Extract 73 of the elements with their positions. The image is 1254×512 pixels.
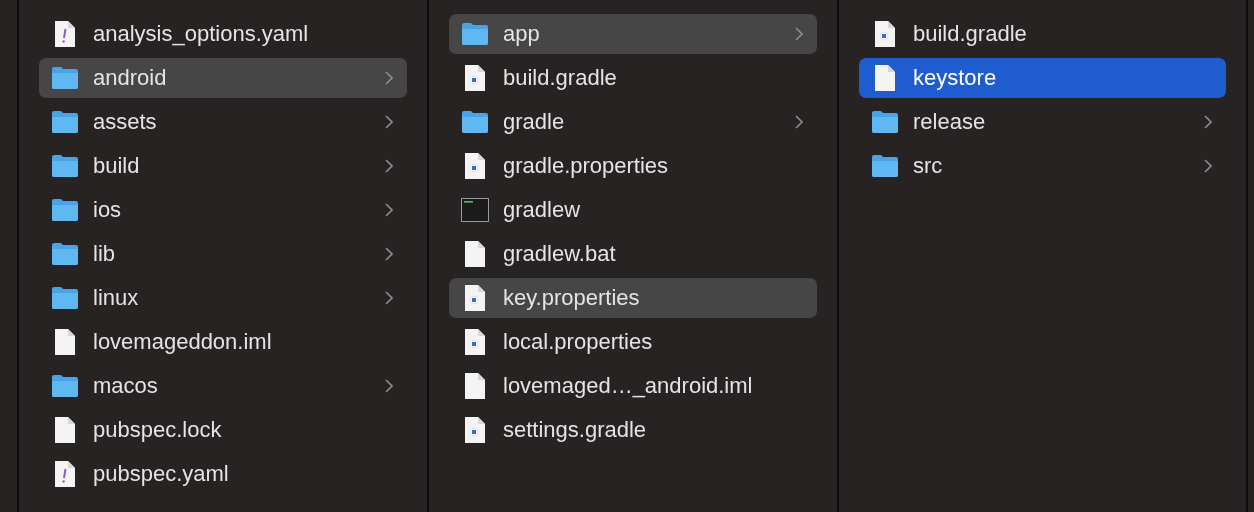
file-list-item[interactable]: build.gradle <box>449 58 817 98</box>
file-name: pubspec.lock <box>93 417 223 443</box>
chevron-right-icon <box>385 379 393 393</box>
chevron-right-icon <box>385 159 393 173</box>
file-list-item[interactable]: key.properties <box>449 278 817 318</box>
file-list-item[interactable]: app <box>449 14 817 54</box>
file-name: analysis_options.yaml <box>93 21 310 47</box>
folder-icon <box>51 374 79 398</box>
file-name: keystore <box>913 65 998 91</box>
chevron-right-icon <box>1204 115 1212 129</box>
file-list-item[interactable]: settings.gradle <box>449 410 817 450</box>
file-list-item[interactable]: android <box>39 58 407 98</box>
file-list-item[interactable]: gradle <box>449 102 817 142</box>
file-list-item[interactable]: linux <box>39 278 407 318</box>
chevron-right-icon <box>795 115 803 129</box>
file-name: build <box>93 153 141 179</box>
terminal-icon <box>461 198 489 222</box>
chevron-right-icon <box>385 247 393 261</box>
file-list-item[interactable]: build <box>39 146 407 186</box>
chevron-right-icon <box>385 71 393 85</box>
folder-icon <box>51 66 79 90</box>
folder-icon <box>461 22 489 46</box>
file-name: settings.gradle <box>503 417 648 443</box>
file-list-item[interactable]: release <box>859 102 1226 142</box>
file-name: src <box>913 153 944 179</box>
file-list-item[interactable]: lovemageddon.iml <box>39 322 407 362</box>
folder-icon <box>51 286 79 310</box>
file-name: gradlew <box>503 197 582 223</box>
file-list-item[interactable]: analysis_options.yaml <box>39 14 407 54</box>
file-list-item[interactable]: gradle.properties <box>449 146 817 186</box>
file-list-item[interactable]: src <box>859 146 1226 186</box>
folder-icon <box>51 110 79 134</box>
file-name: lovemageddon.iml <box>93 329 273 355</box>
file-name: gradlew.bat <box>503 241 617 267</box>
file-name: assets <box>93 109 158 135</box>
file-name: release <box>913 109 987 135</box>
chevron-right-icon <box>385 115 393 129</box>
file-name: lib <box>93 241 116 267</box>
file-name: pubspec.yaml <box>93 461 230 487</box>
file-name: gradle.properties <box>503 153 670 179</box>
file-list-item[interactable]: macos <box>39 366 407 406</box>
chevron-right-icon <box>795 27 803 41</box>
file-list-item[interactable]: keystore <box>859 58 1226 98</box>
file-list-item[interactable]: local.properties <box>449 322 817 362</box>
folder-icon <box>871 110 899 134</box>
file-name: linux <box>93 285 140 311</box>
chevron-right-icon <box>1204 159 1212 173</box>
chevron-right-icon <box>385 291 393 305</box>
file-list-item[interactable]: pubspec.yaml <box>39 454 407 494</box>
chevron-right-icon <box>385 203 393 217</box>
file-name: lovemaged…_android.iml <box>503 373 754 399</box>
folder-icon <box>51 154 79 178</box>
file-list-item[interactable]: gradlew.bat <box>449 234 817 274</box>
folder-icon <box>461 110 489 134</box>
folder-icon <box>51 242 79 266</box>
file-name: build.gradle <box>503 65 618 91</box>
file-name: gradle <box>503 109 566 135</box>
file-list-item[interactable]: ios <box>39 190 407 230</box>
file-name: key.properties <box>503 285 641 311</box>
file-name: android <box>93 65 168 91</box>
file-list-item[interactable]: assets <box>39 102 407 142</box>
file-list-item[interactable]: lib <box>39 234 407 274</box>
file-name: macos <box>93 373 159 399</box>
file-name: app <box>503 21 541 47</box>
file-list-item[interactable]: lovemaged…_android.iml <box>449 366 817 406</box>
file-list-item[interactable]: build.gradle <box>859 14 1226 54</box>
folder-icon <box>51 198 79 222</box>
file-list-item[interactable]: pubspec.lock <box>39 410 407 450</box>
folder-icon <box>871 154 899 178</box>
file-name: build.gradle <box>913 21 1028 47</box>
file-name: local.properties <box>503 329 654 355</box>
file-name: ios <box>93 197 123 223</box>
file-list-item[interactable]: gradlew <box>449 190 817 230</box>
